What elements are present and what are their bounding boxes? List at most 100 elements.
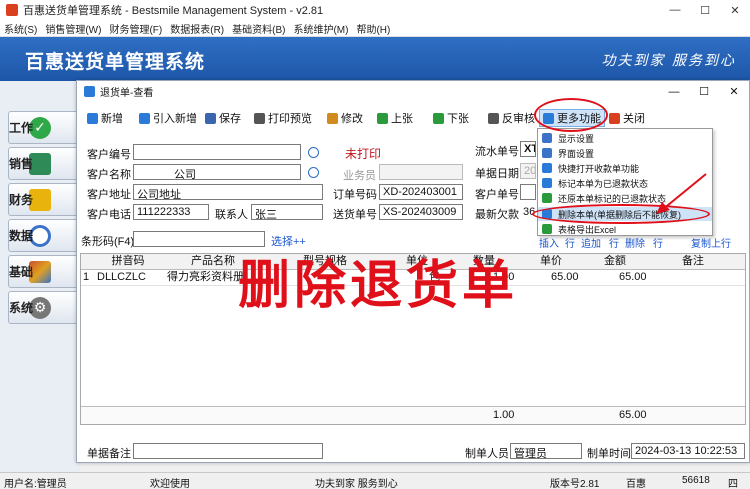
status-bar: 用户名:管理员 欢迎使用 功夫到家 服务到心 版本号2.81 百惠 56618 …	[0, 472, 750, 489]
prev-button[interactable]: 上张	[377, 109, 413, 127]
phone-label: 客户电话	[87, 209, 131, 221]
print-status: 未打印	[345, 147, 382, 161]
delivery-no-label: 送货单号	[333, 209, 377, 221]
phone-field[interactable]: 111222333	[133, 204, 209, 220]
cell-price[interactable]: 65.00	[551, 270, 579, 286]
nav-item-work[interactable]: ✓ 工作	[8, 111, 80, 144]
print-preview-button[interactable]: 打印预览	[254, 109, 312, 127]
bill-date-field[interactable]: 20	[520, 163, 536, 179]
address-field[interactable]: 公司地址	[133, 184, 323, 200]
col-pinyin[interactable]: 拼音码	[93, 254, 163, 270]
customer-bill-field[interactable]	[520, 184, 536, 200]
app-banner: 百惠送货单管理系统 功夫到家 服务到心	[0, 37, 750, 81]
copy-row-link[interactable]: 复制上行	[691, 235, 731, 250]
child-close-button[interactable]: ✕	[719, 81, 749, 102]
print-icon	[254, 112, 265, 124]
customer-bill-label: 客户单号	[475, 189, 519, 201]
menu-system[interactable]: 系统(S)	[0, 21, 41, 36]
child-minimize-button[interactable]: —	[659, 81, 689, 102]
delivery-no-field[interactable]: XS-202403009	[379, 204, 463, 220]
total-amount: 65.00	[619, 409, 647, 421]
search-icon[interactable]	[308, 147, 319, 158]
status-version: 版本号2.81	[550, 479, 600, 489]
close-button[interactable]: ✕	[720, 0, 750, 20]
customer-code-label: 客户编号	[87, 149, 131, 161]
main-window-title: 百惠送货单管理系统 - Bestsmile Management System …	[23, 5, 324, 17]
left-nav: ✓ 工作 销售 财务 数据 基础 ⚙ 系统	[0, 81, 80, 472]
grid-totals: 1.00 65.00	[81, 406, 745, 424]
toolbar: 新增 引入新增 保存 打印预览 修改 上张 下张 反审核 更多功能 关闭	[77, 106, 749, 130]
search-icon[interactable]	[308, 167, 319, 178]
customer-name-field[interactable]: 公司	[133, 164, 301, 180]
cell-pinyin[interactable]: DLLCZLC	[97, 270, 146, 286]
menu-item-ui-settings[interactable]: 界面设置	[538, 146, 712, 160]
minimize-button[interactable]: —	[660, 0, 690, 20]
menu-item-export-excel[interactable]: 表格导出Excel	[538, 222, 712, 236]
barcode-label: 条形码(F4)	[81, 236, 135, 248]
status-weekday: 四	[728, 479, 738, 489]
nav-item-finance[interactable]: 财务	[8, 183, 80, 216]
bill-date-label: 单据日期	[475, 168, 519, 180]
new-button[interactable]: 新增	[87, 109, 123, 127]
child-maximize-button[interactable]: ☐	[689, 81, 719, 102]
overlay-caption: 删除退货单	[238, 256, 519, 316]
address-label: 客户地址	[87, 189, 131, 201]
edit-button[interactable]: 修改	[327, 109, 363, 127]
mark-icon	[542, 178, 552, 188]
serial-label: 流水单号	[475, 146, 519, 158]
insert-row-suffix: 行	[565, 239, 575, 250]
serial-field[interactable]: XT	[520, 141, 536, 157]
make-time-field[interactable]: 2024-03-13 10:22:53	[631, 443, 745, 459]
delete-row-suffix: 行	[653, 239, 663, 250]
maker-field[interactable]: 管理员	[510, 443, 582, 459]
plus-icon	[139, 112, 150, 124]
total-qty: 1.00	[493, 409, 515, 421]
unaudit-button[interactable]: 反审核	[488, 109, 538, 127]
maximize-button[interactable]: ☐	[690, 0, 720, 20]
status-slogan: 功夫到家 服务到心	[315, 479, 398, 489]
save-button[interactable]: 保存	[205, 109, 241, 127]
excel-icon	[542, 224, 552, 234]
app-icon	[6, 4, 18, 16]
insert-row-link[interactable]: 插入	[539, 235, 559, 250]
main-title-bar: 百惠送货单管理系统 - Bestsmile Management System …	[0, 0, 750, 20]
menu-finance[interactable]: 财务管理(F)	[105, 21, 166, 36]
order-no-field[interactable]: XD-202403001	[379, 184, 463, 200]
status-count: 56618	[682, 475, 710, 486]
col-note[interactable]: 备注	[651, 254, 735, 270]
highlight-circle	[534, 98, 608, 132]
nav-item-sales[interactable]: 销售	[8, 147, 80, 180]
child-window-title: 退货单-查看	[100, 88, 154, 99]
child-title-bar: 退货单-查看 — ☐ ✕	[77, 81, 749, 102]
customer-code-field[interactable]	[133, 144, 301, 160]
col-amount[interactable]: 金额	[585, 254, 645, 270]
append-row-link[interactable]: 追加	[581, 235, 601, 250]
menu-basic[interactable]: 基础资料(B)	[228, 21, 289, 36]
menu-item-display-settings[interactable]: 显示设置	[538, 131, 712, 145]
menu-help[interactable]: 帮助(H)	[352, 21, 394, 36]
import-new-button[interactable]: 引入新增	[139, 109, 197, 127]
menu-bar: 系统(S) 销售管理(W) 财务管理(F) 数据报表(R) 基础资料(B) 系统…	[0, 20, 750, 37]
nav-item-system[interactable]: ⚙ 系统	[8, 291, 80, 324]
menu-sales[interactable]: 销售管理(W)	[41, 21, 105, 36]
menu-maintenance[interactable]: 系统维护(M)	[289, 21, 352, 36]
close-window-button[interactable]: 关闭	[609, 109, 645, 127]
salesman-select[interactable]	[379, 164, 463, 180]
cell-amount[interactable]: 65.00	[619, 270, 647, 286]
cell-product[interactable]: 得力亮彩资料册	[167, 270, 244, 286]
banner-slogan: 功夫到家 服务到心	[601, 53, 736, 69]
col-price[interactable]: 单价	[521, 254, 581, 270]
remark-label: 单据备注	[87, 448, 131, 460]
delete-row-link[interactable]: 删除	[625, 235, 645, 250]
restore-icon	[542, 193, 552, 203]
nav-item-basic[interactable]: 基础	[8, 255, 80, 288]
menu-reports[interactable]: 数据报表(R)	[166, 21, 228, 36]
nav-item-data[interactable]: 数据	[8, 219, 80, 252]
remark-field[interactable]	[133, 443, 323, 459]
latest-debt-label: 最新欠款	[475, 209, 519, 221]
next-button[interactable]: 下张	[433, 109, 469, 127]
close-icon	[609, 112, 620, 124]
contact-field[interactable]: 张三	[251, 204, 323, 220]
salesman-label: 业务员	[343, 170, 376, 182]
next-icon	[433, 112, 444, 124]
